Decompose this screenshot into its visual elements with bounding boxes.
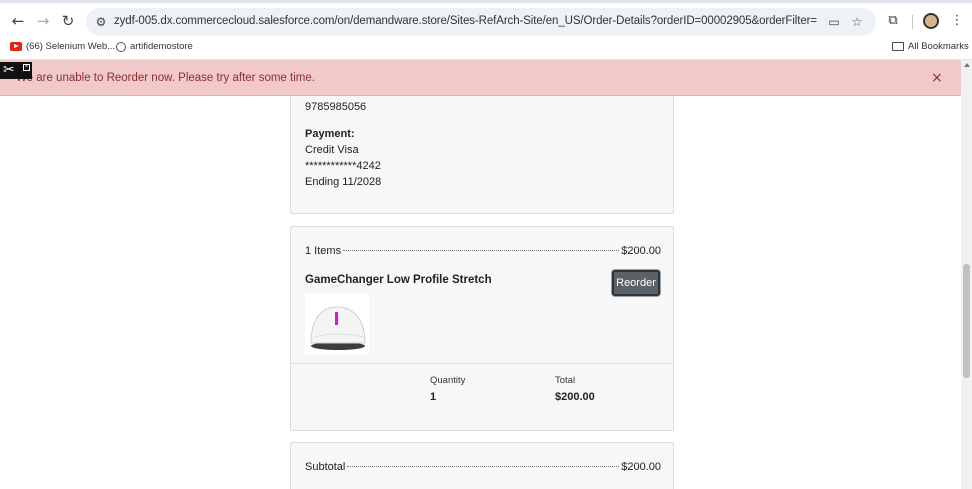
subtotal-amount: $200.00 — [621, 461, 661, 473]
total-label: Total — [555, 375, 576, 386]
card-icon[interactable]: ▭ — [826, 14, 842, 30]
card-number: ************4242 — [305, 160, 381, 172]
extensions-icon[interactable]: ⧉ — [884, 12, 902, 30]
items-summary-row: 1 Items $200.00 — [305, 245, 661, 259]
address-bar[interactable]: ⚙ zydf-005.dx.commercecloud.salesforce.c… — [86, 8, 876, 36]
product-name: GameChanger Low Profile Stretch — [305, 274, 492, 286]
order-totals-card: Subtotal $200.00 — [290, 442, 674, 489]
reload-icon[interactable]: ↻ — [59, 12, 77, 30]
subtotal-row: Subtotal $200.00 — [305, 461, 661, 475]
page-scrollbar[interactable] — [961, 60, 972, 489]
scroll-up-icon[interactable] — [964, 63, 970, 67]
reorder-button[interactable]: Reorder — [612, 270, 660, 296]
dotted-leader — [347, 466, 620, 467]
order-items-card: 1 Items $200.00 GameChanger Low Profile … — [290, 226, 674, 431]
bookmark-artifidemostore[interactable]: artifidemostore — [116, 41, 193, 52]
dotted-leader — [343, 250, 620, 251]
menu-kebab-icon[interactable]: ⋮ — [948, 12, 966, 30]
url-text[interactable]: zydf-005.dx.commercecloud.salesforce.com… — [114, 15, 817, 27]
site-settings-icon[interactable]: ⚙ — [93, 14, 109, 30]
quantity-label: Quantity — [430, 375, 466, 386]
item-divider — [291, 363, 673, 364]
error-alert: We are unable to Reorder now. Please try… — [0, 60, 961, 96]
browser-toolbar: ← → ↻ ⚙ zydf-005.dx.commercecloud.salesf… — [0, 0, 972, 37]
scroll-thumb[interactable] — [963, 264, 970, 378]
folder-icon — [892, 42, 904, 51]
payment-heading: Payment: — [305, 128, 355, 140]
cap-icon — [310, 306, 366, 350]
total-value: $200.00 — [555, 391, 595, 403]
bookmark-label: (66) Selenium Web... — [26, 41, 116, 52]
close-icon[interactable]: × — [931, 70, 943, 86]
items-amount: $200.00 — [621, 245, 661, 257]
all-bookmarks-label: All Bookmarks — [908, 41, 969, 52]
product-image[interactable] — [305, 293, 369, 355]
devtools-widget[interactable]: ✂ × — [0, 62, 32, 79]
forward-icon[interactable]: → — [34, 12, 52, 30]
phone-number: 9785985056 — [305, 101, 367, 113]
bookmarks-bar: (66) Selenium Web... artifidemostore All… — [0, 37, 972, 60]
bookmark-selenium[interactable]: (66) Selenium Web... — [10, 41, 115, 52]
payment-method: Credit Visa — [305, 144, 359, 156]
profile-avatar[interactable] — [923, 13, 939, 29]
page-viewport: 9785985056 Payment: Credit Visa ********… — [0, 60, 972, 489]
card-expiry: Ending 11/2028 — [305, 176, 382, 188]
toolbar-separator — [912, 15, 913, 29]
star-icon[interactable]: ☆ — [849, 14, 865, 30]
quantity-value: 1 — [430, 391, 437, 403]
widget-close-icon[interactable]: × — [23, 64, 30, 71]
alert-message: We are unable to Reorder now. Please try… — [16, 72, 315, 84]
youtube-icon — [10, 42, 22, 51]
tools-icon: ✂ — [3, 62, 15, 78]
subtotal-label: Subtotal — [305, 461, 346, 473]
back-icon[interactable]: ← — [9, 12, 27, 30]
bookmark-label: artifidemostore — [130, 41, 193, 52]
all-bookmarks[interactable]: All Bookmarks — [892, 41, 969, 52]
items-count: 1 Items — [305, 245, 342, 257]
globe-icon — [116, 41, 126, 52]
